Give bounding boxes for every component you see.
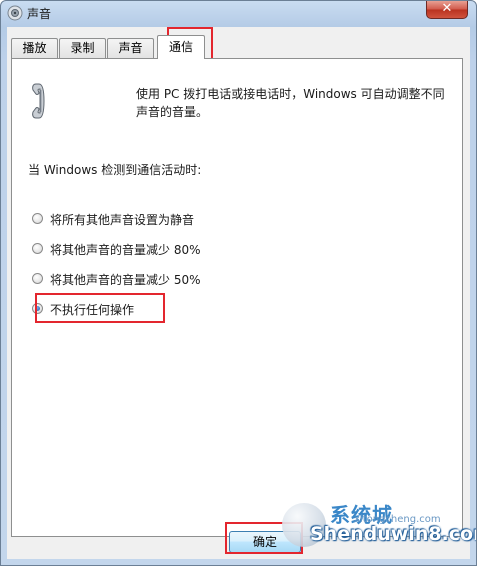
tab-recording[interactable]: 录制 — [59, 38, 106, 58]
tab-sounds[interactable]: 声音 — [107, 38, 154, 58]
communications-description: 使用 PC 拨打电话或接电话时，Windows 可自动调整不同声音的音量。 — [136, 87, 445, 119]
phone-handset-icon — [32, 83, 45, 119]
radio-button[interactable] — [32, 213, 43, 224]
watermark-brand: Shenduwin8.com — [310, 523, 477, 545]
tab-strip: 播放 录制 声音 通信 — [11, 35, 471, 59]
window-title: 声音 — [27, 7, 52, 21]
tab-playback[interactable]: 播放 — [11, 38, 58, 58]
dialog-client-area: 播放 录制 声音 通信 使用 PC 拨打电话或接电话时，Windows 可自动调… — [7, 27, 470, 559]
detection-heading: 当 Windows 检测到通信活动时: — [28, 163, 202, 177]
close-button[interactable]: ✕ — [426, 1, 468, 19]
radio-button[interactable] — [32, 273, 43, 284]
option-label: 将所有其他声音设置为静音 — [50, 213, 195, 227]
sound-dialog: 声音 ✕ 播放 录制 声音 通信 使用 PC 拨打电话或接电话时，Windows… — [0, 0, 477, 566]
option-label: 将其他声音的音量减少 50% — [50, 273, 201, 287]
close-icon: ✕ — [441, 1, 453, 16]
title-bar[interactable]: 声音 ✕ — [1, 1, 476, 25]
option-highlight-box — [35, 293, 165, 323]
radio-button[interactable] — [32, 243, 43, 254]
tab-communications[interactable]: 通信 — [157, 35, 205, 59]
speaker-icon — [7, 5, 23, 21]
option-label: 将其他声音的音量减少 80% — [50, 243, 201, 257]
site-watermark: 系统城 xitongcheng.com Shenduwin8.com — [280, 499, 476, 559]
